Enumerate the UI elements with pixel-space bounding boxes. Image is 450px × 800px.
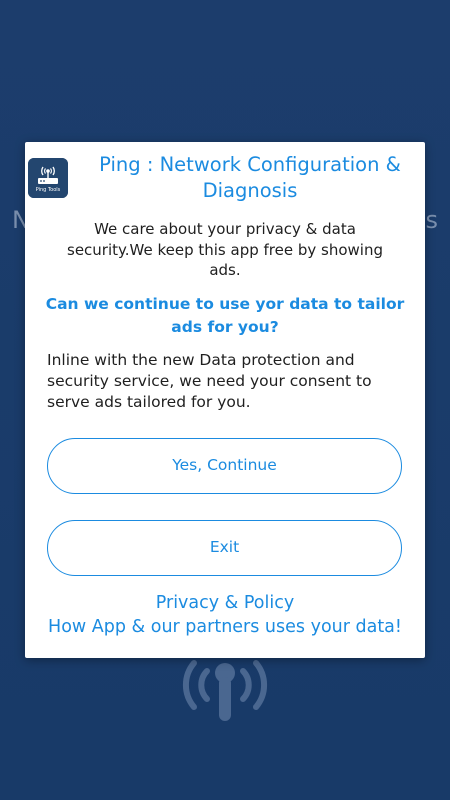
background-title-right: s xyxy=(425,206,438,234)
antenna-icon xyxy=(182,660,268,721)
router-signal-icon: Ping Tools xyxy=(28,158,68,198)
exit-button[interactable]: Exit xyxy=(47,520,402,576)
yes-continue-button[interactable]: Yes, Continue xyxy=(47,438,402,494)
consent-description: Inline with the new Data protection and … xyxy=(47,351,372,411)
app-icon-label: Ping Tools xyxy=(36,187,61,193)
consent-dialog: Ping Tools Ping : Network Configuration … xyxy=(25,142,425,658)
privacy-statement: We care about your privacy & data securi… xyxy=(67,220,383,279)
partners-data-link[interactable]: How App & our partners uses your data! xyxy=(25,615,425,639)
privacy-policy-link[interactable]: Privacy & Policy xyxy=(25,591,425,615)
consent-question: Can we continue to use yor data to tailo… xyxy=(45,295,405,336)
app-icon: Ping Tools xyxy=(28,158,68,198)
dialog-title: Ping : Network Configuration & Diagnosis xyxy=(99,153,401,202)
